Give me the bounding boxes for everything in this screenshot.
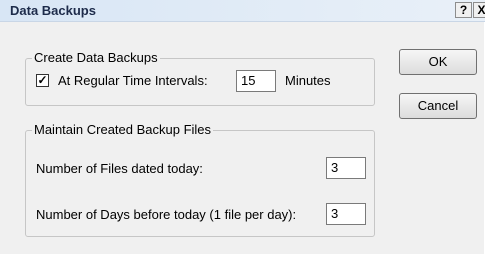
data-backups-dialog: Data Backups ? X Create Data Backups ✓ A… [0, 0, 485, 254]
close-button[interactable]: X [473, 2, 485, 18]
days-before-label: Number of Days before today (1 file per … [36, 207, 297, 222]
window-title: Data Backups [10, 3, 96, 18]
ok-button[interactable]: OK [399, 49, 477, 75]
checkmark-icon: ✓ [37, 73, 48, 87]
maintain-backups-legend: Maintain Created Backup Files [32, 122, 214, 137]
regular-intervals-label: At Regular Time Intervals: [58, 73, 208, 88]
minutes-unit-label: Minutes [285, 73, 331, 88]
interval-minutes-input[interactable]: 15 [236, 70, 276, 92]
files-today-input[interactable]: 3 [326, 157, 366, 179]
help-button[interactable]: ? [455, 2, 472, 18]
days-before-input[interactable]: 3 [326, 203, 366, 225]
regular-intervals-checkbox[interactable]: ✓ [36, 74, 49, 87]
title-bar: Data Backups ? X [0, 0, 485, 22]
cancel-button[interactable]: Cancel [399, 93, 477, 119]
create-backups-legend: Create Data Backups [32, 50, 160, 65]
files-today-label: Number of Files dated today: [36, 161, 203, 176]
